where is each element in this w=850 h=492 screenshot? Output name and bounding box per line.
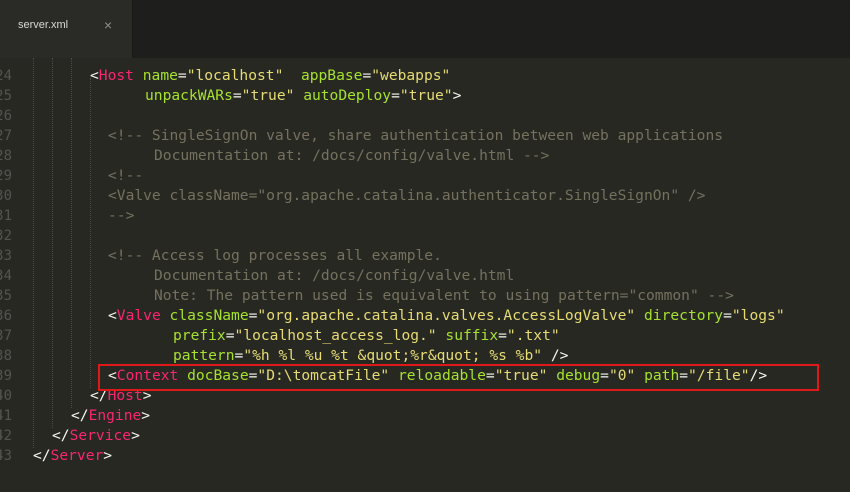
code-line-30: <Valve className="org.apache.catalina.au…: [108, 187, 706, 204]
line-number-gutter: 24 25 26 27 28 29 30 31 32 33 34 35 36 3…: [0, 58, 14, 492]
line-number: 27: [0, 128, 12, 144]
code-line-25: unpackWARs="true" autoDeploy="true">: [145, 87, 462, 104]
line-number: 25: [0, 88, 12, 104]
code-line-35: Note: The pattern used is equivalent to …: [154, 287, 734, 304]
line-number: 32: [0, 228, 12, 244]
indent-guide: [52, 58, 53, 428]
line-number: 33: [0, 248, 12, 264]
code-line-37: prefix="localhost_access_log." suffix=".…: [173, 327, 560, 344]
line-number: 36: [0, 308, 12, 324]
line-number: 41: [0, 408, 12, 424]
line-number: 40: [0, 388, 12, 404]
line-number: 39: [0, 368, 12, 384]
tab-label: server.xml: [18, 19, 69, 31]
code-line-36: <Valve className="org.apache.catalina.va…: [108, 307, 785, 324]
indent-guide: [90, 78, 91, 388]
indent-guide: [33, 58, 34, 448]
line-number: 42: [0, 428, 12, 444]
line-number: 37: [0, 328, 12, 344]
code-line-43: </Server>: [33, 447, 113, 464]
tab-bar: server.xml ×: [0, 0, 850, 58]
code-editor[interactable]: 24 25 26 27 28 29 30 31 32 33 34 35 36 3…: [0, 58, 850, 492]
line-number: 35: [0, 288, 12, 304]
code-line-33: <!-- Access log processes all example.: [108, 247, 442, 264]
code-line-28: Documentation at: /docs/config/valve.htm…: [154, 147, 550, 164]
code-line-29: <!--: [108, 167, 144, 184]
line-number: 26: [0, 108, 12, 124]
line-number: 29: [0, 168, 12, 184]
line-number: 31: [0, 208, 12, 224]
code-line-38: pattern="%h %l %u %t &quot;%r&quot; %s %…: [173, 347, 569, 364]
indent-guide: [71, 58, 72, 408]
line-number: 24: [0, 68, 12, 84]
close-icon[interactable]: ×: [104, 17, 112, 33]
highlight-box: [98, 364, 819, 391]
line-number: 43: [0, 448, 12, 464]
line-number: 34: [0, 268, 12, 284]
code-line-31: -->: [108, 207, 135, 224]
code-line-24: <Host name="localhost" appBase="webapps": [90, 67, 451, 84]
line-number: 38: [0, 348, 12, 364]
line-number: 28: [0, 148, 12, 164]
code-line-41: </Engine>: [71, 407, 151, 424]
code-line-42: </Service>: [52, 427, 140, 444]
tab-server-xml[interactable]: server.xml ×: [0, 0, 133, 58]
code-line-27: <!-- SingleSignOn valve, share authentic…: [108, 127, 724, 144]
code-line-34: Documentation at: /docs/config/valve.htm…: [154, 267, 515, 284]
line-number: 30: [0, 188, 12, 204]
